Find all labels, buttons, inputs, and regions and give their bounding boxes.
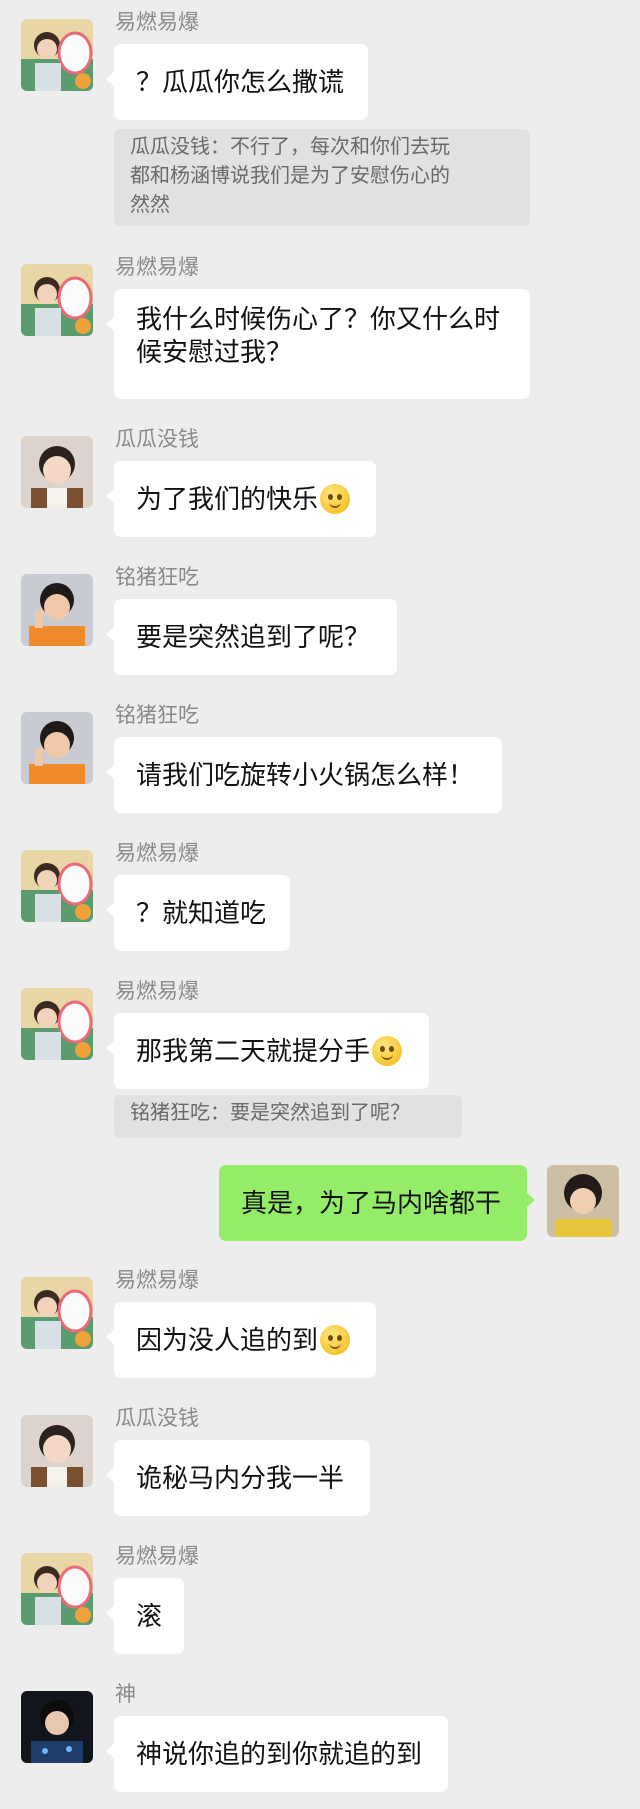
message-text: 诡秘马内分我一半	[136, 1462, 345, 1493]
avatar-mingzhukuangchi-image	[21, 574, 93, 646]
avatar-yiranyibao-image	[21, 1553, 93, 1625]
avatar-yiranyibao[interactable]	[21, 988, 93, 1060]
chat-message-list[interactable]: 易燃易爆 ？瓜瓜你怎么撒谎 瓜瓜没钱：不行了，每次和你们去玩 都和杨涵博说我们是…	[0, 0, 640, 1809]
message-text: 神说你追的到你就追的到	[136, 1738, 423, 1769]
quote-line: 都和杨涵博说我们是为了安慰伤心的	[130, 165, 450, 187]
avatar-guaguameiqian[interactable]	[21, 436, 93, 508]
message-bubble[interactable]: 诡秘马内分我一半	[106, 1440, 370, 1516]
sender-name: 易燃易爆	[115, 1269, 199, 1292]
quote-line: 瓜瓜没钱：不行了，每次和你们去玩	[130, 136, 450, 158]
message-text-line: 我什么时候伤心了？你又什么时	[136, 304, 501, 334]
avatar-mingzhukuangchi[interactable]	[21, 574, 93, 646]
message-text: 滚	[135, 1600, 162, 1631]
avatar-guaguameiqian-image	[21, 1415, 93, 1487]
avatar-shen[interactable]	[21, 1691, 93, 1763]
sender-name: 易燃易爆	[115, 980, 199, 1003]
sender-name: 神	[115, 1683, 136, 1706]
avatar-yiranyibao-image	[21, 19, 93, 91]
avatar-yiranyibao-image	[21, 850, 93, 922]
message-bubble[interactable]: ？瓜瓜你怎么撒谎	[106, 44, 368, 120]
pleading-face-emoji	[320, 484, 351, 514]
sender-name: 瓜瓜没钱	[115, 1407, 199, 1430]
thinking-face-emoji	[372, 1036, 403, 1066]
quote-line: 铭猪狂吃：要是突然追到了呢？	[130, 1102, 410, 1124]
sender-name: 易燃易爆	[115, 842, 199, 865]
sender-name: 瓜瓜没钱	[115, 428, 199, 451]
avatar-yiranyibao[interactable]	[21, 850, 93, 922]
avatar-self-image	[547, 1165, 619, 1237]
avatar-self[interactable]	[547, 1165, 619, 1237]
avatar-shen-image	[21, 1691, 93, 1763]
sender-name: 铭猪狂吃	[115, 566, 199, 589]
message-bubble[interactable]: 因为没人追的到	[106, 1302, 376, 1378]
message-bubble[interactable]: 我什么时候伤心了？你又什么时 候安慰过我？	[106, 289, 530, 399]
message-text: 那我第二天就提分手	[136, 1035, 371, 1066]
message-bubble[interactable]: 请我们吃旋转小火锅怎么样！	[106, 737, 502, 813]
quoted-message[interactable]: 瓜瓜没钱：不行了，每次和你们去玩 都和杨涵博说我们是为了安慰伤心的 然然	[114, 129, 530, 226]
avatar-yiranyibao-image	[21, 988, 93, 1060]
avatar-yiranyibao-image	[21, 1277, 93, 1349]
message-bubble[interactable]: 那我第二天就提分手	[106, 1013, 429, 1089]
avatar-mingzhukuangchi-image	[21, 712, 93, 784]
message-bubble[interactable]: 为了我们的快乐	[106, 461, 376, 537]
sender-name: 易燃易爆	[115, 11, 199, 34]
message-text: ？瓜瓜你怎么撒谎	[136, 66, 345, 97]
quote-line: 然然	[130, 194, 170, 216]
message-bubble[interactable]: 神说你追的到你就追的到	[106, 1716, 448, 1792]
avatar-yiranyibao[interactable]	[21, 19, 93, 91]
avatar-yiranyibao-image	[21, 264, 93, 336]
message-bubble[interactable]: 滚	[106, 1578, 184, 1654]
sender-name: 铭猪狂吃	[115, 704, 199, 727]
message-text: 因为没人追的到	[136, 1324, 319, 1355]
sender-name: 易燃易爆	[115, 1545, 199, 1568]
avatar-mingzhukuangchi[interactable]	[21, 712, 93, 784]
message-text: ？就知道吃	[136, 897, 267, 928]
quoted-message[interactable]: 铭猪狂吃：要是突然追到了呢？	[114, 1095, 462, 1138]
message-bubble[interactable]: ？就知道吃	[106, 875, 290, 951]
message-text: 要是突然追到了呢？	[136, 621, 371, 652]
avatar-guaguameiqian-image	[21, 436, 93, 508]
avatar-guaguameiqian[interactable]	[21, 1415, 93, 1487]
message-text-line: 候安慰过我？	[136, 337, 293, 367]
sender-name: 易燃易爆	[115, 256, 199, 279]
sweat-face-emoji	[320, 1325, 351, 1355]
message-text: 为了我们的快乐	[136, 483, 319, 514]
avatar-yiranyibao[interactable]	[21, 264, 93, 336]
avatar-yiranyibao[interactable]	[21, 1553, 93, 1625]
message-text: 真是，为了马内啥都干	[241, 1187, 502, 1218]
message-text: 请我们吃旋转小火锅怎么样！	[136, 759, 475, 790]
message-bubble[interactable]: 要是突然追到了呢？	[106, 599, 397, 675]
my-message-bubble[interactable]: 真是，为了马内啥都干	[219, 1165, 535, 1241]
avatar-yiranyibao[interactable]	[21, 1277, 93, 1349]
